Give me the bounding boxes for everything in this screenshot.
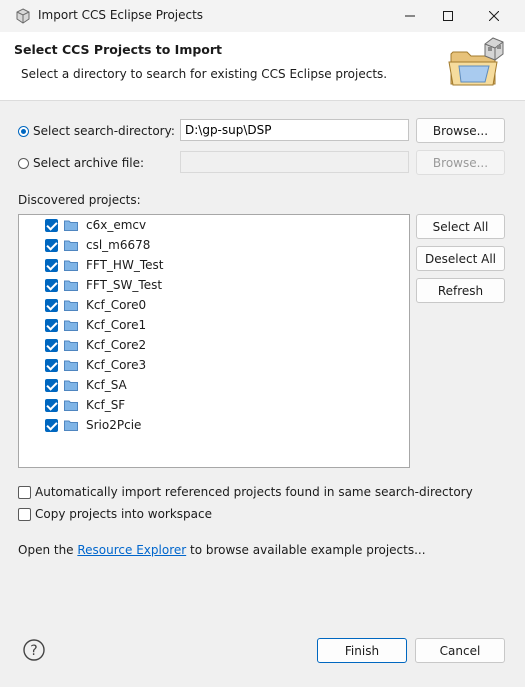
project-name: Kcf_SA [86, 378, 127, 392]
resource-explorer-text: Open the Resource Explorer to browse ava… [18, 543, 426, 557]
cancel-button[interactable]: Cancel [415, 638, 505, 663]
deselect-all-button[interactable]: Deselect All [416, 246, 505, 271]
ccs-app-icon [16, 8, 30, 24]
folder-icon [64, 280, 78, 291]
folder-icon [64, 300, 78, 311]
project-name: FFT_HW_Test [86, 258, 164, 272]
archive-file-input[interactable] [180, 151, 409, 173]
project-checkbox[interactable] [45, 298, 58, 312]
archive-file-label: Select archive file: [33, 156, 145, 170]
project-name: FFT_SW_Test [86, 278, 163, 292]
folder-icon [64, 240, 78, 251]
folder-icon [64, 360, 78, 371]
title-bar: Import CCS Eclipse Projects [0, 0, 525, 32]
folder-icon [64, 400, 78, 411]
close-button[interactable] [471, 0, 517, 32]
search-directory-input[interactable] [180, 119, 409, 141]
project-name: Kcf_Core1 [86, 318, 147, 332]
project-checkbox[interactable] [45, 398, 58, 412]
browse-directory-button[interactable]: Browse... [416, 118, 505, 143]
page-title: Select CCS Projects to Import [14, 42, 223, 57]
archive-file-radio[interactable] [18, 157, 29, 169]
resource-explorer-link[interactable]: Resource Explorer [77, 543, 186, 557]
search-directory-label: Select search-directory: [33, 124, 175, 138]
project-checkbox[interactable] [45, 338, 58, 352]
project-name: Srio2Pcie [86, 418, 142, 432]
discovered-projects-label: Discovered projects: [18, 193, 141, 207]
auto-import-checkbox[interactable] [18, 485, 31, 499]
archive-file-option[interactable]: Select archive file: [18, 156, 144, 170]
auto-import-label: Automatically import referenced projects… [35, 485, 473, 499]
explorer-suffix: to browse available example projects... [186, 543, 426, 557]
list-item[interactable]: Kcf_SF [45, 395, 125, 415]
auto-import-option[interactable]: Automatically import referenced projects… [18, 485, 473, 499]
list-item[interactable]: c6x_emcv [45, 215, 146, 235]
list-item[interactable]: Kcf_Core2 [45, 335, 146, 355]
list-item[interactable]: FFT_HW_Test [45, 255, 163, 275]
maximize-icon [443, 11, 453, 21]
folder-icon [64, 380, 78, 391]
browse-archive-button[interactable]: Browse... [416, 150, 505, 175]
maximize-button[interactable] [425, 0, 471, 32]
project-checkbox[interactable] [45, 378, 58, 392]
project-name: csl_m6678 [86, 238, 151, 252]
minimize-icon [405, 15, 415, 17]
folder-icon [64, 420, 78, 431]
list-item[interactable]: Kcf_Core0 [45, 295, 146, 315]
refresh-button[interactable]: Refresh [416, 278, 505, 303]
explorer-prefix: Open the [18, 543, 78, 557]
copy-projects-label: Copy projects into workspace [35, 507, 213, 521]
project-name: c6x_emcv [86, 218, 147, 232]
search-directory-radio[interactable] [18, 125, 29, 137]
copy-projects-checkbox[interactable] [18, 507, 31, 521]
import-dialog: Import CCS Eclipse Projects Select CCS P… [0, 0, 525, 687]
folder-icon [64, 320, 78, 331]
help-icon[interactable]: ? [23, 639, 45, 661]
list-item[interactable]: Kcf_SA [45, 375, 127, 395]
search-directory-option[interactable]: Select search-directory: [18, 124, 175, 138]
project-name: Kcf_Core3 [86, 358, 147, 372]
list-item[interactable]: Srio2Pcie [45, 415, 141, 435]
list-item[interactable]: csl_m6678 [45, 235, 150, 255]
window-title: Import CCS Eclipse Projects [38, 8, 204, 22]
list-item[interactable]: FFT_SW_Test [45, 275, 162, 295]
import-folder-icon [448, 37, 504, 86]
project-checkbox[interactable] [45, 238, 58, 252]
project-name: Kcf_SF [86, 398, 126, 412]
finish-button[interactable]: Finish [317, 638, 407, 663]
list-item[interactable]: Kcf_Core1 [45, 315, 146, 335]
close-icon [489, 11, 499, 21]
select-all-button[interactable]: Select All [416, 214, 505, 239]
project-checkbox[interactable] [45, 258, 58, 272]
project-checkbox[interactable] [45, 278, 58, 292]
folder-icon [64, 220, 78, 231]
project-name: Kcf_Core2 [86, 338, 147, 352]
project-checkbox[interactable] [45, 418, 58, 432]
page-description: Select a directory to search for existin… [21, 67, 388, 81]
project-name: Kcf_Core0 [86, 298, 147, 312]
folder-icon [64, 340, 78, 351]
project-checkbox[interactable] [45, 318, 58, 332]
wizard-header: Select CCS Projects to Import Select a d… [0, 32, 525, 101]
project-checkbox[interactable] [45, 218, 58, 232]
folder-icon [64, 260, 78, 271]
list-item[interactable]: Kcf_Core3 [45, 355, 146, 375]
project-checkbox[interactable] [45, 358, 58, 372]
svg-text:?: ? [30, 643, 37, 659]
copy-projects-option[interactable]: Copy projects into workspace [18, 507, 212, 521]
